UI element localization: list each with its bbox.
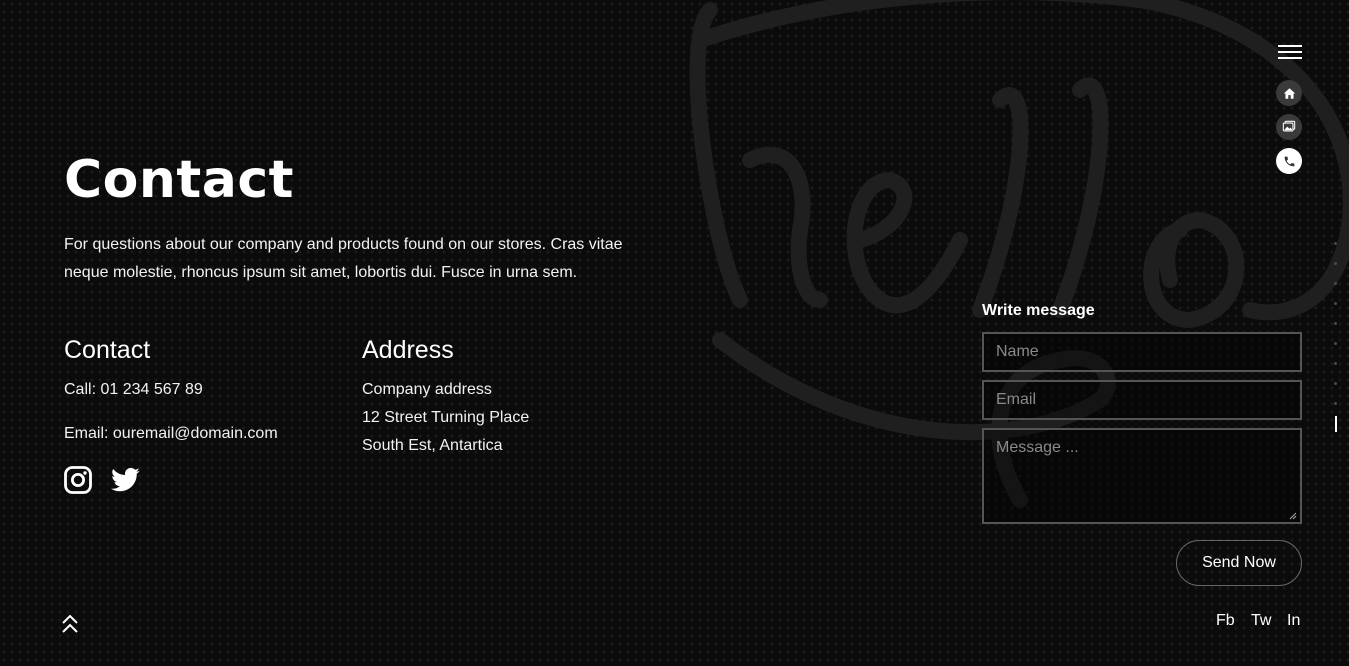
hamburger-icon[interactable] [1278,44,1302,60]
gallery-icon [1282,120,1296,132]
footer-link-instagram[interactable]: In [1287,612,1300,630]
message-input[interactable] [982,428,1302,524]
address-line-1: Company address [362,381,492,398]
nav-gallery[interactable] [1276,114,1302,140]
send-now-button[interactable]: Send Now [1176,540,1302,586]
twitter-icon[interactable] [111,465,141,495]
resize-handle-icon[interactable] [1289,512,1297,520]
phone-icon [1284,156,1294,166]
footer-link-facebook[interactable]: Fb [1216,612,1235,630]
intro-text: For questions about our company and prod… [64,236,623,281]
contact-heading: Contact [64,336,151,364]
nav-home[interactable] [1276,80,1302,106]
name-input[interactable] [982,332,1302,372]
address-line-3: South Est, Antartica [362,437,503,454]
form-title: Write message [982,302,1095,319]
email-input[interactable] [982,380,1302,420]
instagram-icon[interactable] [63,465,93,495]
nav-contact[interactable] [1276,148,1302,174]
contact-phone: Call: 01 234 567 89 [64,381,203,398]
page-title: Contact [64,150,295,210]
address-line-2: 12 Street Turning Place [362,409,530,426]
footer-link-twitter[interactable]: Tw [1251,612,1271,630]
contact-email: Email: ouremail@domain.com [64,425,278,442]
double-chevron-up-icon[interactable] [60,613,80,635]
home-icon [1283,87,1295,99]
address-heading: Address [362,336,454,364]
